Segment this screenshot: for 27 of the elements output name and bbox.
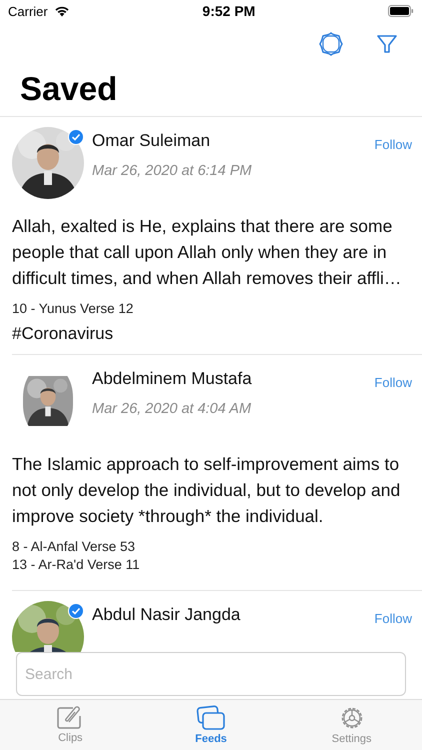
filter-icon[interactable] <box>376 33 398 55</box>
follow-button[interactable]: Follow <box>374 611 412 626</box>
search-field[interactable]: Search <box>16 652 406 696</box>
paperclip-icon <box>57 706 84 730</box>
verse-reference[interactable]: 8 - Al-Anfal Verse 53 <box>12 539 412 554</box>
cards-icon <box>196 705 226 731</box>
carrier-label: Carrier <box>8 4 48 18</box>
page-title: Saved <box>20 70 118 109</box>
follow-button[interactable]: Follow <box>374 137 412 152</box>
tab-item[interactable]: Clips <box>0 700 141 750</box>
author-name: Abdelminem Mustafa <box>92 369 253 389</box>
hashtag[interactable]: #Coronavirus <box>12 324 412 344</box>
clock-time: 9:52 PM <box>202 3 256 19</box>
tab-item[interactable]: Feeds <box>140 700 282 750</box>
battery-icon <box>388 5 414 17</box>
author-name: Abdul Nasir Jangda <box>92 605 242 625</box>
badge-icon[interactable] <box>318 31 344 57</box>
wifi-icon <box>54 5 70 17</box>
verse-reference[interactable]: 13 - Ar-Ra'd Verse 11 <box>12 557 412 572</box>
post-date: Mar 26, 2020 at 6:14 PM <box>92 163 253 179</box>
follow-button[interactable]: Follow <box>374 375 412 390</box>
author-name: Omar Suleiman <box>92 131 212 151</box>
post-text: The Islamic approach to self-improvement aims to not only develop the individual, but to develop and improve society *through* the individual. <box>12 453 402 528</box>
verse-reference[interactable]: 10 - Yunus Verse 12 <box>12 301 412 316</box>
tab-item[interactable]: Settings <box>281 700 422 750</box>
post-text: Allah, exalted is He, explains that there are some people that call upon Allah only when they are in difficult times, and when Allah removes their affli… <box>12 215 402 290</box>
post-date: Mar 26, 2020 at 4:04 AM <box>92 401 252 417</box>
